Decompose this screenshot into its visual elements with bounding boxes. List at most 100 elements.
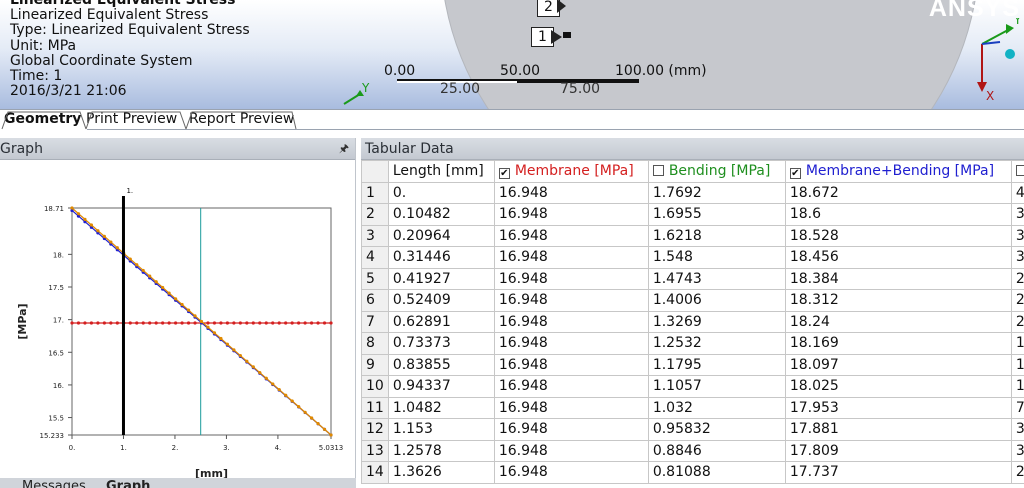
table-cell: 3 [1010,439,1024,462]
series-point [115,246,119,250]
y-tick-label: 15.233 [40,432,65,440]
series-point [212,321,217,325]
table-cell: 16.948 [493,267,649,290]
column-header-label: Membrane+Bending [MPa] [805,163,995,180]
table-cell: 16.948 [493,332,649,355]
x-tick-label: 1. [120,444,127,452]
table-cell: 1.6218 [647,224,786,247]
table-row[interactable]: 9 0.83855 16.948 1.1795 18.097 1 [361,353,1024,376]
table-row[interactable]: 6 0.52409 16.948 1.4006 18.312 2 [361,289,1024,312]
column-header-bending[interactable]: Bending [MPa] [647,160,786,183]
series-point [232,348,236,352]
axis-y-label: Y [1013,18,1022,27]
table-row[interactable]: 3 0.20964 16.948 1.6218 18.528 3 [361,224,1024,247]
graphics-viewport[interactable]: Linearized Equivalent Stress Linearized … [0,0,1024,109]
column-header-length[interactable]: Length [mm] [387,160,495,183]
row-number-cell: 13 [361,439,389,462]
table-row[interactable]: 2 0.10482 16.948 1.6955 18.6 3 [361,203,1024,226]
column-header-membrane-bending[interactable]: ✔ Membrane+Bending [MPa] [784,160,1012,183]
axis-triad-small-icon: Y [343,81,370,105]
info-result-name: Linearized Equivalent Stress [10,7,209,24]
series-point [76,321,81,325]
y-tick-label: 18. [53,251,64,259]
series-point [109,321,113,325]
series-point [135,263,139,267]
series-point [329,321,333,325]
x-tick-label: 5.0313 [319,444,344,452]
table-cell: 16.948 [493,246,649,269]
table-row[interactable]: 4 0.31446 16.948 1.548 18.456 3 [361,246,1024,269]
series-point [70,206,74,210]
series-point [225,342,229,346]
series-point [161,285,165,290]
column-checkbox[interactable] [652,165,664,177]
table-cell: 3 [1010,246,1024,269]
axis-triad-icon[interactable]: X Y [960,18,1024,104]
table-cell: 2 [1010,461,1024,484]
table-row[interactable]: 1 0. 16.948 1.7692 18.672 4 [361,181,1024,204]
series-point [290,321,294,325]
table-row[interactable]: 8 0.73373 16.948 1.2532 18.169 1 [361,332,1024,355]
column-checkbox[interactable]: ✔ [789,168,801,180]
table-row[interactable]: 7 0.62891 16.948 1.3269 18.24 2 [361,310,1024,333]
scale-tick-0: 0.00 [384,63,416,79]
pin-icon[interactable]: 🖈 [339,138,349,160]
series-point [219,336,223,341]
table-row[interactable]: 14 1.3626 16.948 0.81088 17.737 2 [361,461,1024,484]
series-point [193,321,197,325]
series-point [96,229,100,233]
table-cell: 1.7692 [647,181,786,204]
table-cell: 0.62891 [387,310,495,333]
table-cell: 16.948 [493,461,649,484]
tab-messages[interactable]: Messages [22,480,86,488]
series-point [322,427,327,431]
series-point [83,321,87,325]
table-cell: 0.95832 [647,418,786,441]
row-number-cell: 2 [361,203,389,226]
series-point [245,321,249,325]
series-point [251,365,255,369]
series-point [109,240,113,244]
series-point [96,321,100,325]
column-header-extra[interactable] [1010,160,1024,183]
y-tick-label: 16. [53,382,64,390]
table-row[interactable]: 13 1.2578 16.948 0.8846 17.809 3 [361,439,1024,462]
column-header-label: Bending [MPa] [668,163,771,180]
tab-graph[interactable]: Graph [106,480,150,488]
table-cell: 18.312 [784,289,1012,312]
row-number-cell: 10 [361,375,389,398]
table-cell: 0.83855 [387,353,495,376]
series-point [309,321,314,325]
x-tick-label: 2. [172,444,179,452]
row-number-cell: 3 [361,224,389,247]
row-number-cell: 12 [361,418,389,441]
table-row[interactable]: 10 0.94337 16.948 1.1057 18.025 1 [361,375,1024,398]
row-number-cell: 4 [361,246,389,269]
series-point [102,234,106,238]
table-cell: 0.41927 [387,267,495,290]
table-header-row: Length [mm] ✔ Membrane [MPa] Bending [MPa] ✔… [361,160,1024,183]
table-row[interactable]: 5 0.41927 16.948 1.4743 18.384 2 [361,267,1024,290]
column-checkbox[interactable] [1015,165,1024,177]
stress-line-chart[interactable]: 18.71 18. 17.5 17. 16.5 16. 15.5 15.233 0. 1. 2. 3.… [0,160,356,480]
series-point [174,321,178,325]
column-header-membrane[interactable]: ✔ Membrane [MPa] [493,160,649,183]
table-row[interactable]: 12 1.153 16.948 0.95832 17.881 3 [361,418,1024,441]
column-checkbox[interactable]: ✔ [498,168,510,180]
column-header-label: Length [mm] [392,163,484,180]
info-coordinate-system: Global Coordinate System [10,52,193,69]
table-row[interactable]: 11 1.0482 16.948 1.032 17.953 7 [361,396,1024,419]
series-point [225,321,229,325]
series-point [264,376,268,380]
table-cell: 16.948 [493,353,649,376]
table-cell: 18.672 [784,181,1012,204]
series-point [193,314,197,318]
tabular-data-title: Tabular Data [365,141,454,157]
series-point [206,321,210,325]
graph-panel-header: Graph 🖈 [0,138,355,160]
table-cell: 0.94337 [387,375,495,398]
series-point [154,280,158,284]
bottom-tabs: Messages Graph [0,478,356,488]
table-cell: 1.2532 [647,332,786,355]
row-number-cell: 6 [361,289,389,312]
